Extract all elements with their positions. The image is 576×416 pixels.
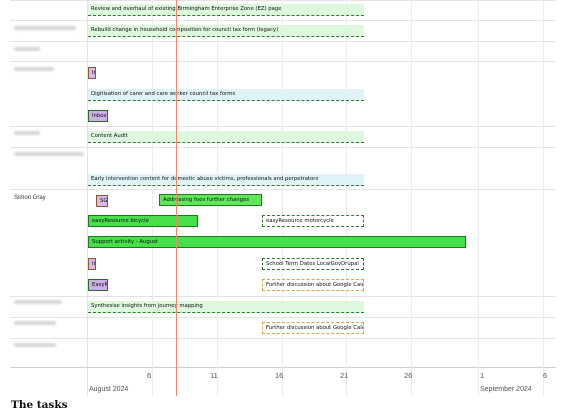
axis-tick-label: 26 — [404, 371, 413, 380]
axis-tick-label: 21 — [340, 371, 349, 380]
row-separator — [10, 147, 556, 148]
task-bar[interactable]: EasyR — [88, 279, 108, 291]
task-bar[interactable]: Inbox — [88, 110, 108, 122]
axis-tick-label: 16 — [275, 371, 284, 380]
month-label: August 2024 — [89, 386, 129, 393]
task-bar[interactable]: In — [88, 258, 96, 270]
row-separator — [10, 126, 556, 127]
person-label — [14, 321, 56, 325]
task-bar[interactable]: Content Audit — [88, 131, 364, 143]
axis-tick-label: 6 — [147, 371, 152, 380]
row-separator — [10, 338, 556, 339]
person-label — [14, 26, 76, 30]
task-bar[interactable]: SG — [96, 195, 108, 207]
task-bar[interactable]: Rebuild change in household composition … — [88, 25, 364, 37]
gridline — [346, 0, 347, 396]
axis-tick-label: 1 — [480, 371, 485, 380]
row-separator — [10, 189, 556, 190]
row-separator — [10, 317, 556, 318]
person-label — [14, 343, 56, 347]
today-marker — [176, 0, 177, 396]
person-label-simon-gray: Simon Gray — [14, 195, 46, 201]
gridline — [152, 0, 153, 396]
gridline — [478, 0, 479, 396]
task-bar[interactable]: Further discussion about Google Calendar — [262, 322, 364, 334]
task-bar[interactable]: Review and overhaul of existing Birmingh… — [88, 4, 364, 16]
person-label — [14, 152, 84, 156]
task-bar[interactable]: In — [88, 67, 96, 79]
time-axis-line — [10, 367, 556, 368]
task-bar[interactable]: Addressing fees further changes — [159, 194, 262, 206]
gridline — [411, 0, 412, 396]
person-label — [14, 47, 40, 51]
row-separator — [10, 41, 556, 42]
gantt-chart: Simon Gray Review and overhaul of existi… — [0, 0, 576, 398]
task-bar[interactable]: Support activity - August — [88, 236, 466, 248]
gridline — [543, 0, 544, 396]
person-label — [14, 131, 40, 135]
axis-tick-label: 6 — [543, 371, 548, 380]
row-separator — [10, 0, 556, 1]
person-label — [14, 300, 62, 304]
label-column-divider — [87, 0, 88, 396]
gridline — [282, 0, 283, 396]
row-separator — [10, 296, 556, 297]
task-bar[interactable]: Digitisation of carer and care worker co… — [88, 89, 364, 101]
row-separator — [10, 61, 556, 62]
axis-tick-label: 11 — [210, 371, 218, 380]
row-separator — [10, 20, 556, 21]
task-bar[interactable]: Further discussion about Google Calendar — [262, 279, 364, 291]
person-label — [14, 67, 54, 71]
task-bar[interactable]: School Term Dates LocalGovDrupal — [262, 258, 364, 270]
task-bar[interactable]: Synthesise insights from journey mapping — [88, 301, 364, 313]
section-heading: The tasks — [11, 399, 68, 411]
task-bar[interactable]: easyResource motorcycle — [262, 215, 364, 227]
month-label: September 2024 — [480, 386, 532, 393]
task-bar[interactable]: Early intervention content for domestic … — [88, 174, 364, 186]
task-bar[interactable]: easyResource bicycle — [88, 215, 198, 227]
